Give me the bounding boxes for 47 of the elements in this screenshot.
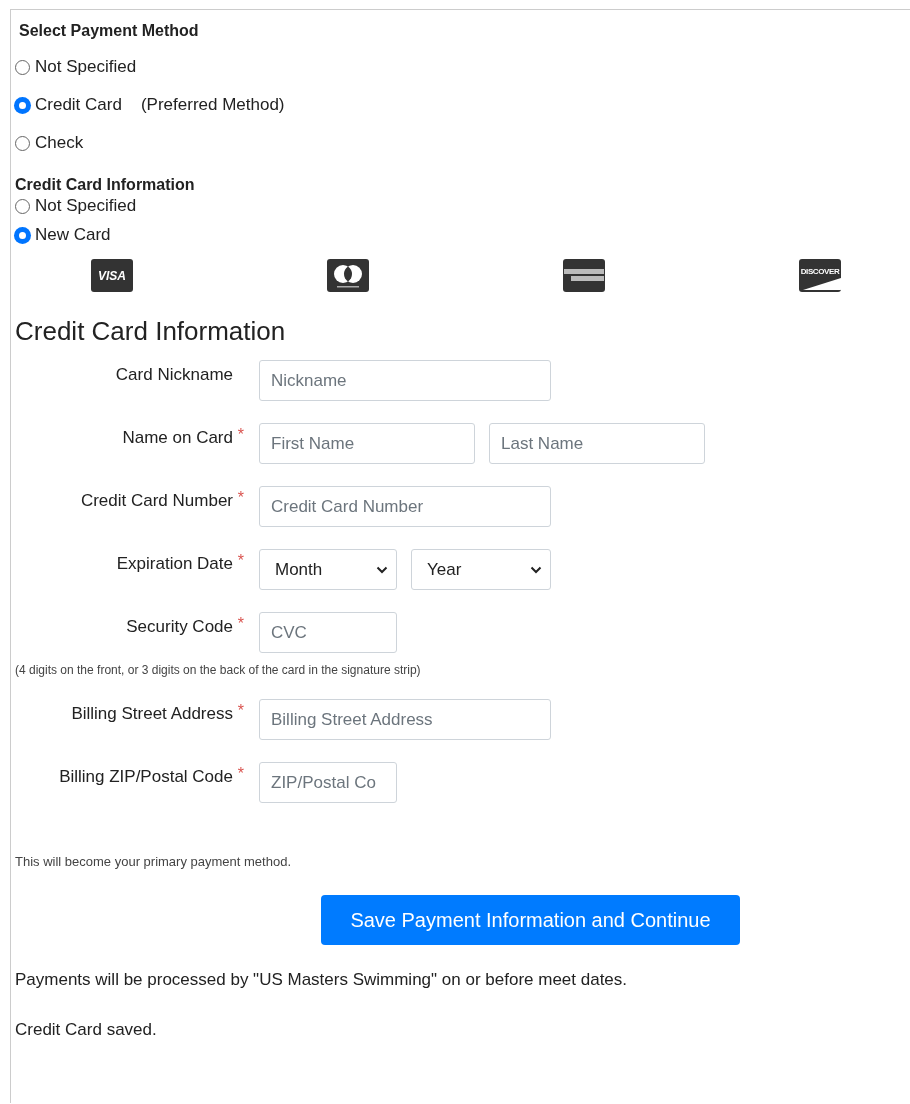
discover-card-icon: DISCOVER (799, 259, 841, 292)
required-mark: * (237, 615, 244, 633)
section-title: Credit Card Information (15, 176, 196, 195)
text-field[interactable]: Billing Street Address (259, 699, 551, 740)
mastercard-icon (327, 259, 369, 292)
required-mark: * (237, 552, 244, 570)
radio-button[interactable] (15, 135, 30, 151)
required-mark: * (237, 426, 244, 444)
save-button[interactable]: Save Payment Information and Continue (321, 895, 740, 945)
radio-label: Credit Card (35, 95, 122, 115)
radio-label: New Card (35, 225, 111, 245)
status-text: Credit Card saved. (15, 1020, 158, 1040)
text-field[interactable]: Credit Card Number (259, 486, 551, 527)
field-label: Name on Card (122, 428, 233, 447)
section-title: Select Payment Method (18, 21, 200, 41)
amex-card-icon (563, 259, 605, 292)
field-label: Security Code (126, 617, 233, 636)
required-mark: * (237, 702, 244, 720)
radio-label: Not Specified (35, 57, 137, 77)
radio-note: (Preferred Method) (140, 95, 285, 115)
radio-button[interactable] (15, 198, 30, 214)
chevron-down-icon (530, 565, 542, 574)
radio-label: Not Specified (35, 196, 137, 216)
text-field[interactable]: ZIP/Postal Co (259, 762, 397, 803)
text-field[interactable]: Nickname (259, 360, 551, 401)
info-text: Payments will be processed by "US Masters Swimming" on or before meet dates. (15, 970, 629, 990)
field-label: Billing Street Address (71, 704, 233, 723)
radio-label: Check (35, 133, 84, 153)
info-text: This will become your primary payment method. (15, 854, 292, 869)
dropdown[interactable]: Month (259, 549, 397, 590)
form-heading: Credit Card Information (15, 316, 287, 346)
text-field[interactable]: First Name (259, 423, 475, 464)
dropdown[interactable]: Year (411, 549, 551, 590)
required-mark: * (237, 489, 244, 507)
radio-button[interactable] (15, 59, 30, 75)
required-mark: * (237, 765, 244, 783)
field-label: Card Nickname (115, 365, 233, 384)
chevron-down-icon (376, 565, 388, 574)
field-label: Billing ZIP/Postal Code (59, 767, 233, 786)
text-field[interactable]: CVC (259, 612, 397, 653)
radio-button[interactable] (15, 97, 30, 113)
hint-text: (4 digits on the front, or 3 digits on the back of the card in the signature strip) (15, 663, 422, 679)
text-field[interactable]: Last Name (489, 423, 705, 464)
radio-button[interactable] (15, 227, 30, 243)
field-label: Expiration Date (116, 554, 233, 573)
visa-card-icon: VISA (91, 259, 133, 292)
field-label: Credit Card Number (80, 491, 233, 510)
